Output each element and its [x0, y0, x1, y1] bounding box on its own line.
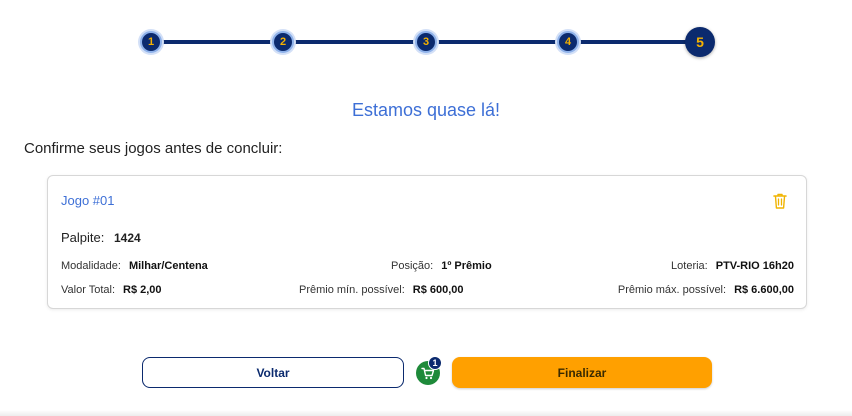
step-5-current: 5: [685, 27, 715, 57]
premio-max-label: Prêmio máx. possível:: [617, 284, 727, 296]
valor-total: Valor Total: R$ 2,00: [61, 284, 162, 296]
modalidade: Modalidade: Milhar/Centena: [61, 260, 208, 272]
palpite-value: 1424: [114, 231, 141, 245]
step-1: 1: [140, 31, 162, 53]
modalidade-value: Milhar/Centena: [128, 260, 208, 272]
palpite-label: Palpite:: [61, 230, 105, 245]
game-card: Jogo #01 Palpite: 1424 Modalidade: Milhar…: [47, 175, 807, 309]
palpite: Palpite: 1424: [61, 230, 141, 245]
premio-min-value: R$ 600,00: [412, 284, 464, 296]
premio-max-value: R$ 6.600,00: [734, 284, 794, 296]
game-title: Jogo #01: [61, 193, 115, 208]
loteria-value: PTV-RIO 16h20: [715, 260, 794, 272]
posicao: Posição: 1º Prêmio: [391, 260, 492, 272]
finish-button[interactable]: Finalizar: [452, 357, 712, 388]
progress-stepper: 1 2 3 4 5: [140, 27, 718, 57]
modalidade-label: Modalidade:: [61, 260, 121, 272]
step-3: 3: [415, 31, 437, 53]
valor-total-label: Valor Total:: [61, 284, 116, 296]
cart-count-badge: 1: [428, 356, 442, 370]
back-button[interactable]: Voltar: [142, 357, 404, 388]
step-2: 2: [272, 31, 294, 53]
premio-max: Prêmio máx. possível: R$ 6.600,00: [618, 284, 794, 296]
valor-total-value: R$ 2,00: [123, 284, 162, 296]
page-subheading: Confirme seus jogos antes de concluir:: [24, 140, 283, 157]
posicao-value: 1º Prêmio: [441, 260, 492, 272]
trash-icon[interactable]: [772, 192, 788, 210]
page-headline: Estamos quase lá!: [351, 100, 501, 120]
bottom-edge: [0, 410, 852, 416]
posicao-label: Posição:: [391, 260, 434, 272]
premio-min-label: Prêmio mín. possível:: [299, 284, 405, 296]
loteria: Loteria: PTV-RIO 16h20: [671, 260, 794, 272]
premio-min: Prêmio mín. possível: R$ 600,00: [299, 284, 464, 296]
step-4: 4: [557, 31, 579, 53]
loteria-label: Loteria:: [671, 260, 708, 272]
